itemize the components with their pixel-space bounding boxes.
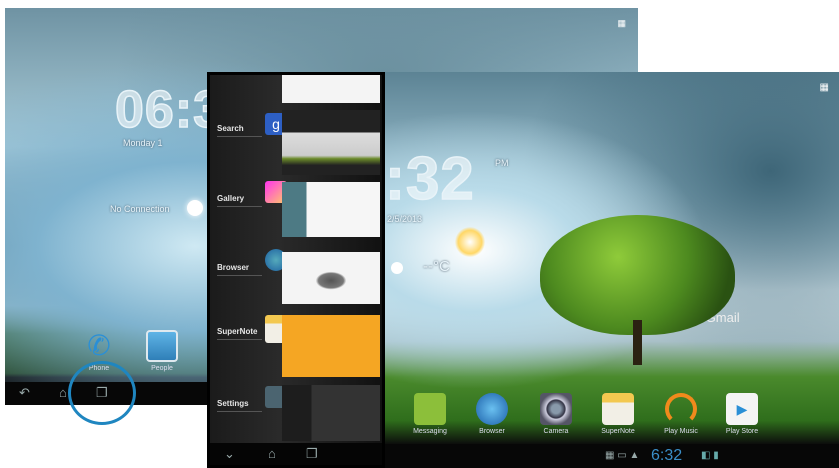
play-store-icon: ▶: [726, 393, 758, 425]
dock-app-play-music[interactable]: Play Music: [659, 393, 703, 435]
dock-app-camera[interactable]: Camera: [534, 393, 578, 435]
back-icon[interactable]: ↶: [19, 385, 30, 401]
temperature: --°C: [423, 258, 450, 275]
recent-apps-panel: g Search Gallery Browser SuperNote Setti…: [207, 72, 385, 468]
right-ampm: PM: [495, 158, 509, 168]
camera-icon: [540, 393, 572, 425]
dock-app-messaging[interactable]: Messaging: [408, 393, 452, 435]
home-icon[interactable]: ⌂: [59, 385, 67, 400]
browser-globe-icon: [476, 393, 508, 425]
top-thumbnail[interactable]: [282, 75, 380, 103]
recent-apps-highlight-circle: [68, 361, 136, 425]
right-clock: :32: [384, 144, 475, 213]
hide-keyboard-icon[interactable]: ⌄: [224, 446, 235, 462]
wifi-battery-icons: ◧ ▮: [701, 450, 719, 461]
dock-app-people[interactable]: People: [140, 330, 184, 372]
dock-app-play-store[interactable]: ▶ Play Store: [720, 393, 764, 435]
home-icon[interactable]: ⌂: [268, 446, 276, 461]
weather-sun-icon: [455, 227, 485, 257]
phone-icon: ✆: [87, 330, 111, 361]
wallpaper-tree: [540, 215, 735, 335]
supernote-icon: [602, 393, 634, 425]
apps-grid-icon[interactable]: ▦: [617, 18, 626, 29]
recent-apps-icon[interactable]: ❐: [306, 446, 318, 462]
people-icon: [146, 330, 178, 362]
wallpaper-tree-trunk: [633, 320, 642, 365]
status-time: 6:32: [651, 447, 683, 464]
dock-app-supernote[interactable]: SuperNote: [596, 393, 640, 435]
apps-grid-icon[interactable]: ▦: [820, 82, 829, 93]
sun-icon: [187, 200, 203, 216]
notification-icons: ▦ ▭ ▲: [605, 450, 640, 461]
dock-app-browser[interactable]: Browser: [470, 393, 514, 435]
messaging-icon: [414, 393, 446, 425]
right-status-bar: ▦ ▭ ▲ 6:32 ◧ ▮: [383, 444, 839, 468]
recents-nav-bar: ⌄ ⌂ ❐: [210, 443, 382, 465]
headphones-icon: [665, 393, 697, 425]
small-sun-icon: [391, 262, 403, 274]
left-date: Monday 1: [123, 138, 163, 148]
left-weather-location: No Connection: [110, 204, 170, 214]
right-date: 2/5/2013: [387, 214, 423, 224]
